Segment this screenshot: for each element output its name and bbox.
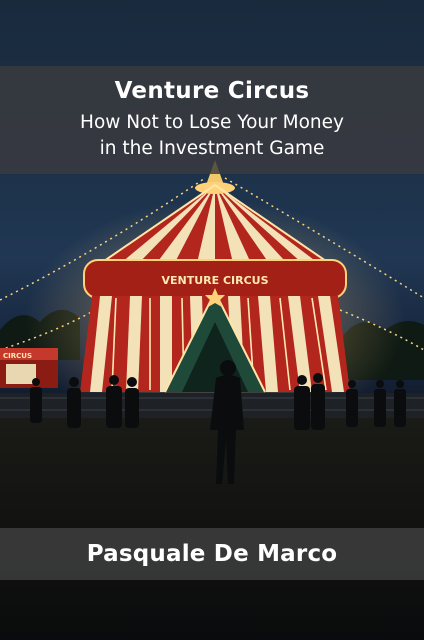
author-band: Pasquale De Marco xyxy=(0,528,424,580)
side-booth-sign: CIRCUS xyxy=(3,352,32,360)
book-subtitle-line-2: in the Investment Game xyxy=(99,138,325,159)
book-title: Venture Circus xyxy=(114,78,310,104)
book-cover: VENTURE CIRCUS CIRCUS Venture Circus How… xyxy=(0,0,424,640)
title-band: Venture Circus How Not to Lose Your Mone… xyxy=(0,66,424,174)
book-subtitle-line-1: How Not to Lose Your Money xyxy=(80,112,344,133)
tent-sign: VENTURE CIRCUS xyxy=(161,274,268,287)
book-author: Pasquale De Marco xyxy=(86,541,338,567)
